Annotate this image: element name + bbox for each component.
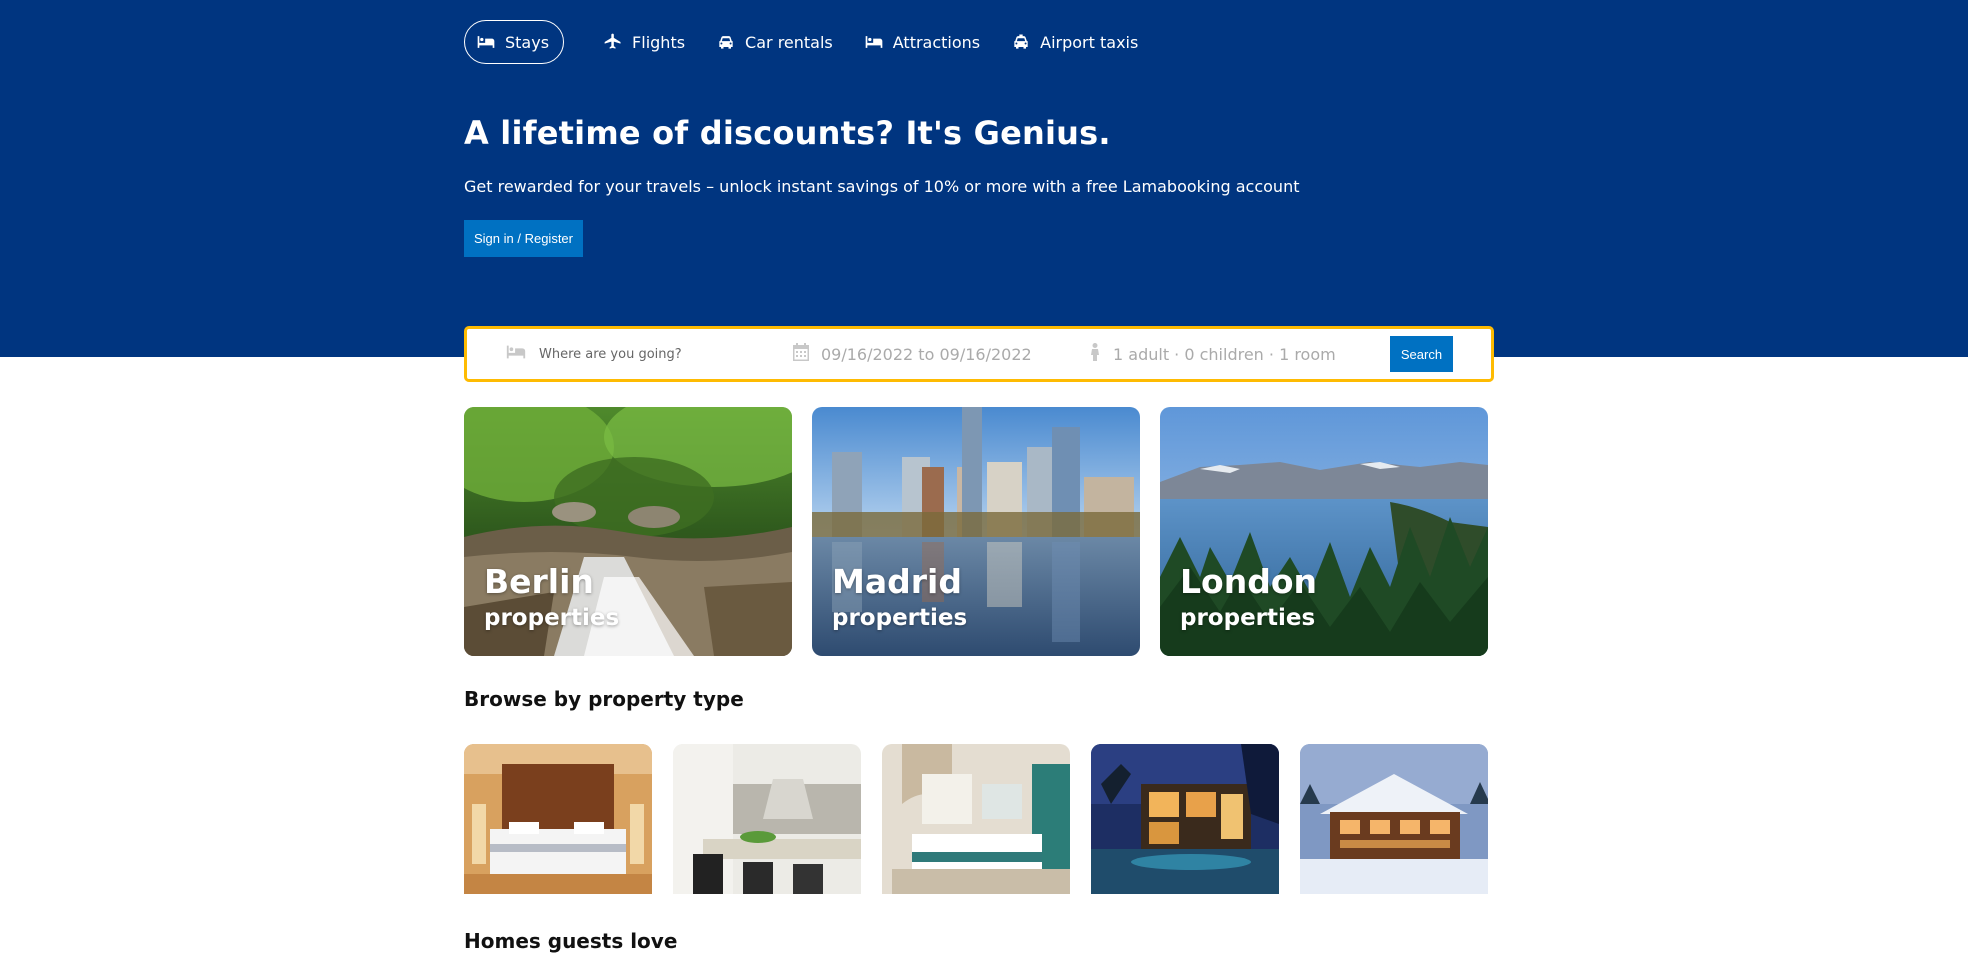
nav-item-car-rentals[interactable]: Car rentals	[715, 20, 833, 64]
nav-item-label: Stays	[505, 32, 550, 52]
nav-item-label: Car rentals	[745, 32, 833, 52]
destination-field[interactable]: Where are you going?	[505, 329, 682, 379]
person-icon	[1089, 343, 1113, 365]
property-type-list	[464, 744, 1488, 894]
featured-card-london[interactable]: London properties	[1160, 407, 1488, 656]
property-type-card[interactable]	[1091, 744, 1279, 894]
featured-cities: Berlin properties Madrid properties Lond…	[464, 407, 1488, 656]
search-button[interactable]: Search	[1390, 336, 1453, 372]
date-field[interactable]: 09/16/2022 to 09/16/2022	[793, 329, 1032, 379]
hero-title: A lifetime of discounts? It's Genius.	[464, 114, 1111, 152]
date-range-text: 09/16/2022 to 09/16/2022	[821, 344, 1032, 364]
featured-city-label: properties	[484, 605, 620, 631]
property-type-card[interactable]	[882, 744, 1070, 894]
sign-in-register-button[interactable]: Sign in / Register	[464, 220, 583, 257]
featured-city-name: Madrid	[832, 562, 962, 601]
bed-icon	[863, 31, 885, 53]
calendar-icon	[793, 343, 821, 365]
nav-item-attractions[interactable]: Attractions	[863, 20, 980, 64]
featured-card-berlin[interactable]: Berlin properties	[464, 407, 792, 656]
nav-item-label: Flights	[632, 32, 686, 52]
featured-city-name: London	[1180, 562, 1317, 601]
bed-icon	[475, 31, 497, 53]
taxi-icon	[1010, 31, 1032, 53]
property-type-card[interactable]	[1300, 744, 1488, 894]
featured-city-name: Berlin	[484, 562, 594, 601]
plane-icon	[602, 31, 624, 53]
featured-card-madrid[interactable]: Madrid properties	[812, 407, 1140, 656]
hotel-room-image	[464, 744, 652, 894]
nav-item-airport-taxis[interactable]: Airport taxis	[1010, 20, 1138, 64]
nav-item-stays[interactable]: Stays	[464, 20, 565, 64]
nav-item-label: Attractions	[892, 32, 981, 52]
nav-item-label: Airport taxis	[1040, 32, 1139, 52]
destination-input[interactable]: Where are you going?	[539, 347, 682, 362]
hero-subtitle: Get rewarded for your travels – unlock i…	[464, 177, 1300, 196]
guests-text: 1 adult · 0 children · 1 room	[1113, 344, 1336, 364]
cabin-image	[1300, 744, 1488, 894]
top-nav: Stays Flights Car rentals Attractions Ai…	[464, 20, 1168, 64]
bed-icon	[505, 341, 539, 367]
guests-field[interactable]: 1 adult · 0 children · 1 room	[1089, 329, 1336, 379]
featured-city-label: properties	[1180, 605, 1316, 631]
villa-image	[1091, 744, 1279, 894]
property-type-card[interactable]	[673, 744, 861, 894]
apartment-kitchen-image	[673, 744, 861, 894]
search-bar: Where are you going? 09/16/2022 to 09/16…	[464, 326, 1494, 382]
property-type-card[interactable]	[464, 744, 652, 894]
featured-city-label: properties	[832, 605, 968, 631]
homes-section-title: Homes guests love	[464, 929, 678, 953]
car-icon	[715, 31, 737, 53]
resort-room-image	[882, 744, 1070, 894]
nav-item-flights[interactable]: Flights	[602, 20, 685, 64]
browse-section-title: Browse by property type	[464, 687, 744, 711]
